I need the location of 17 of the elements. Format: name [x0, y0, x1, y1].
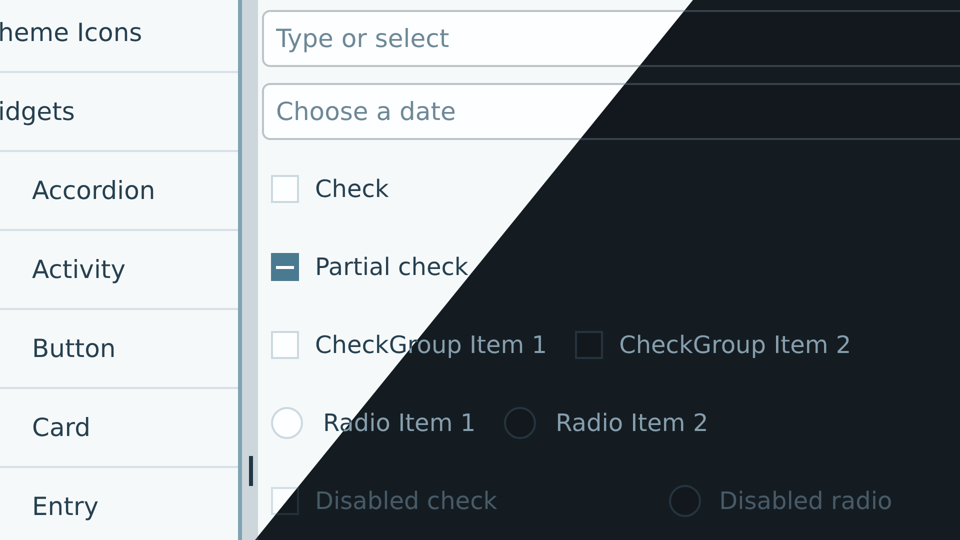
scrollbar[interactable] [238, 0, 258, 540]
sidebar-item[interactable]: idgets [0, 97, 75, 126]
combo-field[interactable]: Type or select [262, 10, 960, 67]
sidebar-item[interactable]: Card [32, 413, 90, 442]
sidebar-item[interactable]: Button [32, 334, 116, 363]
sidebar-item[interactable]: Accordion [32, 176, 156, 205]
date-field[interactable]: Choose a date [262, 83, 960, 140]
sidebar-item[interactable]: heme Icons [0, 18, 142, 47]
checkbox[interactable]: Check [271, 175, 389, 203]
radio-button[interactable]: Radio Item 2 [504, 407, 708, 439]
checkbox: Disabled check [271, 487, 498, 515]
sidebar-item[interactable]: Activity [32, 255, 126, 284]
radio-button: Disabled radio [669, 485, 892, 517]
checkbox[interactable]: Partial check [271, 253, 468, 281]
checkbox[interactable]: CheckGroup Item 2 [575, 331, 852, 359]
sidebar-item[interactable]: Entry [32, 492, 99, 521]
scroll-thumb[interactable] [249, 456, 253, 486]
